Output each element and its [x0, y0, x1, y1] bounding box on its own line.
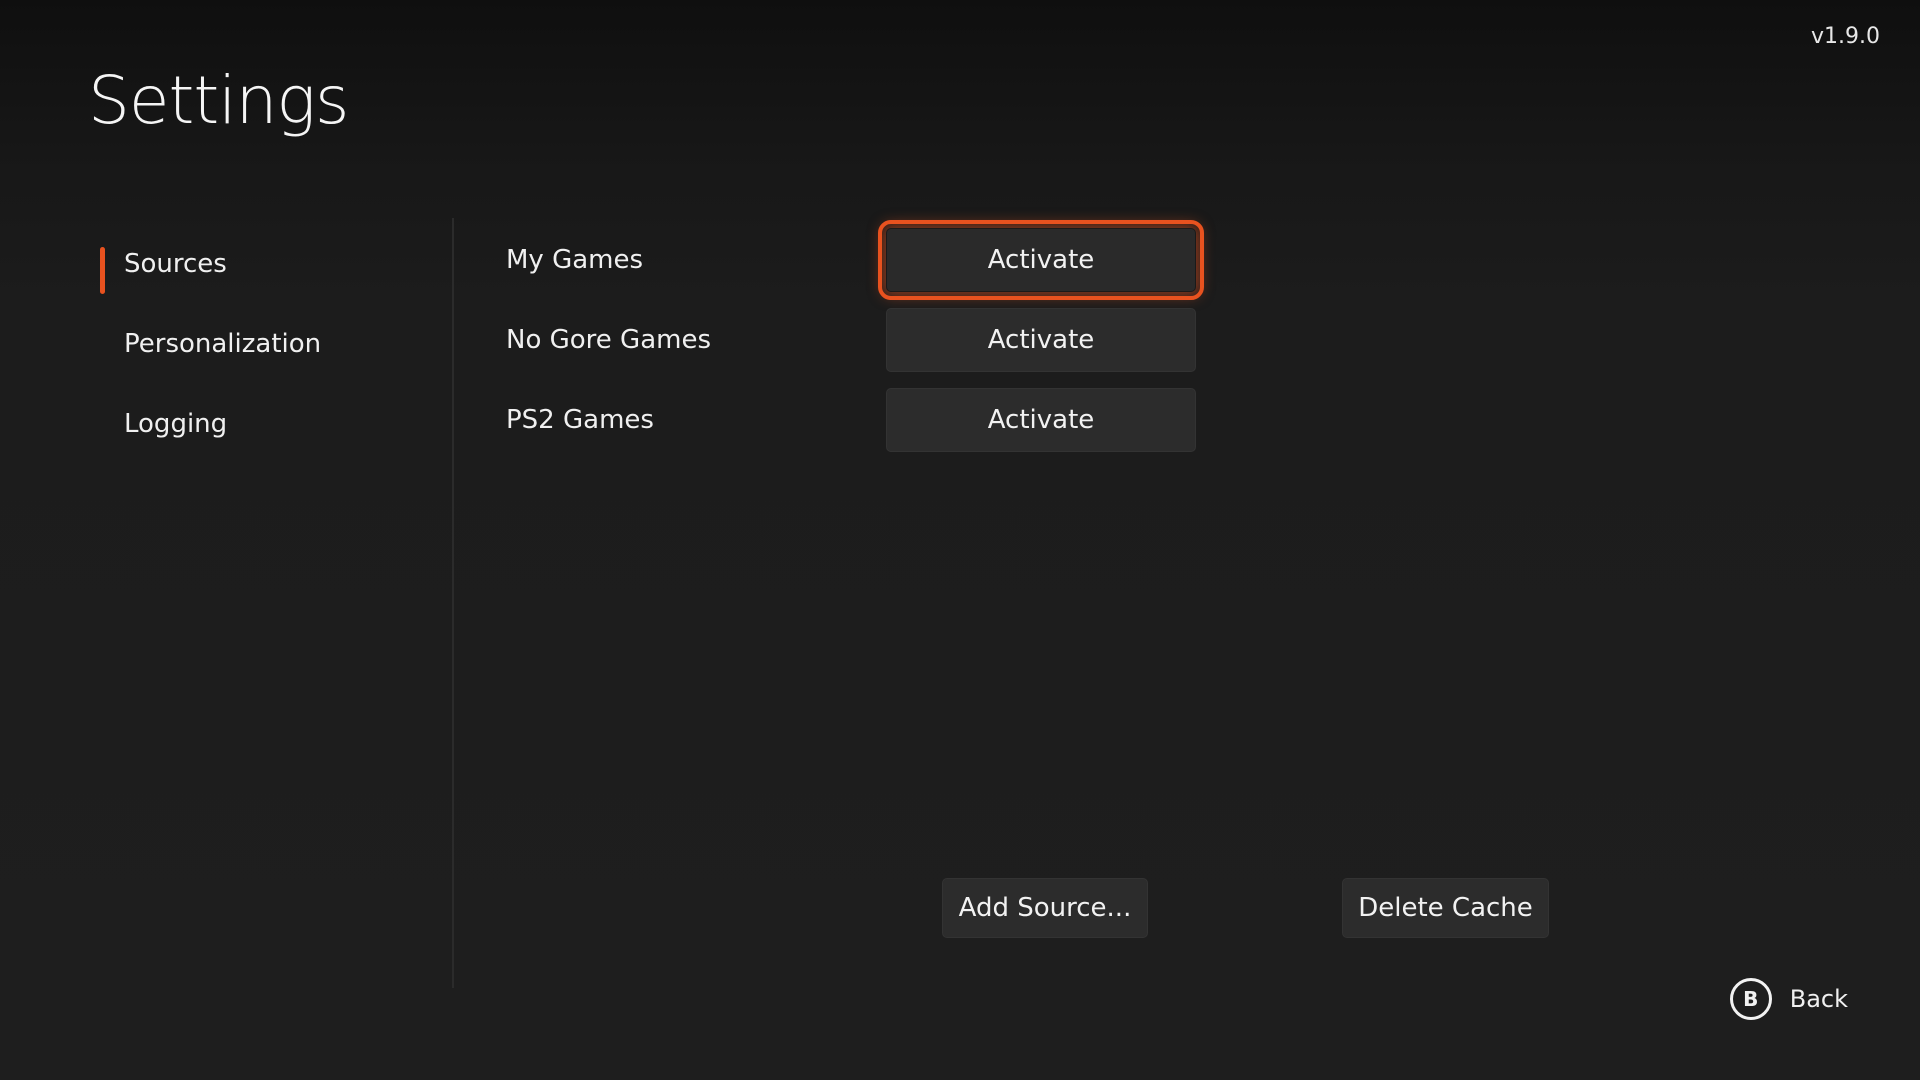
source-row-no-gore-games: No Gore Games Activate [506, 308, 1206, 372]
activate-button-no-gore-games[interactable]: Activate [886, 308, 1196, 372]
settings-sidebar: Sources Personalization Logging [100, 242, 440, 482]
app-version: v1.9.0 [1811, 24, 1880, 49]
sidebar-item-label: Personalization [124, 329, 322, 359]
source-row-my-games: My Games Activate [506, 220, 1206, 300]
activate-button-my-games[interactable]: Activate [878, 220, 1204, 300]
sidebar-item-label: Sources [124, 249, 227, 279]
source-row-ps2-games: PS2 Games Activate [506, 388, 1206, 452]
sidebar-item-sources[interactable]: Sources [100, 242, 440, 294]
sidebar-item-label: Logging [124, 409, 228, 439]
add-source-button[interactable]: Add Source... [942, 878, 1148, 938]
sidebar-item-personalization[interactable]: Personalization [100, 322, 440, 366]
source-name: My Games [506, 245, 644, 275]
activate-button-ps2-games[interactable]: Activate [886, 388, 1196, 452]
page-title: Settings [88, 62, 349, 139]
section-divider [452, 218, 454, 988]
selected-indicator [100, 247, 105, 294]
back-button[interactable]: B Back [1729, 978, 1848, 1020]
source-name: No Gore Games [506, 325, 712, 355]
b-button-icon: B [1729, 978, 1772, 1020]
delete-cache-button[interactable]: Delete Cache [1342, 878, 1549, 938]
sidebar-item-logging[interactable]: Logging [100, 402, 440, 446]
back-label: Back [1789, 985, 1848, 1013]
source-name: PS2 Games [506, 405, 654, 435]
